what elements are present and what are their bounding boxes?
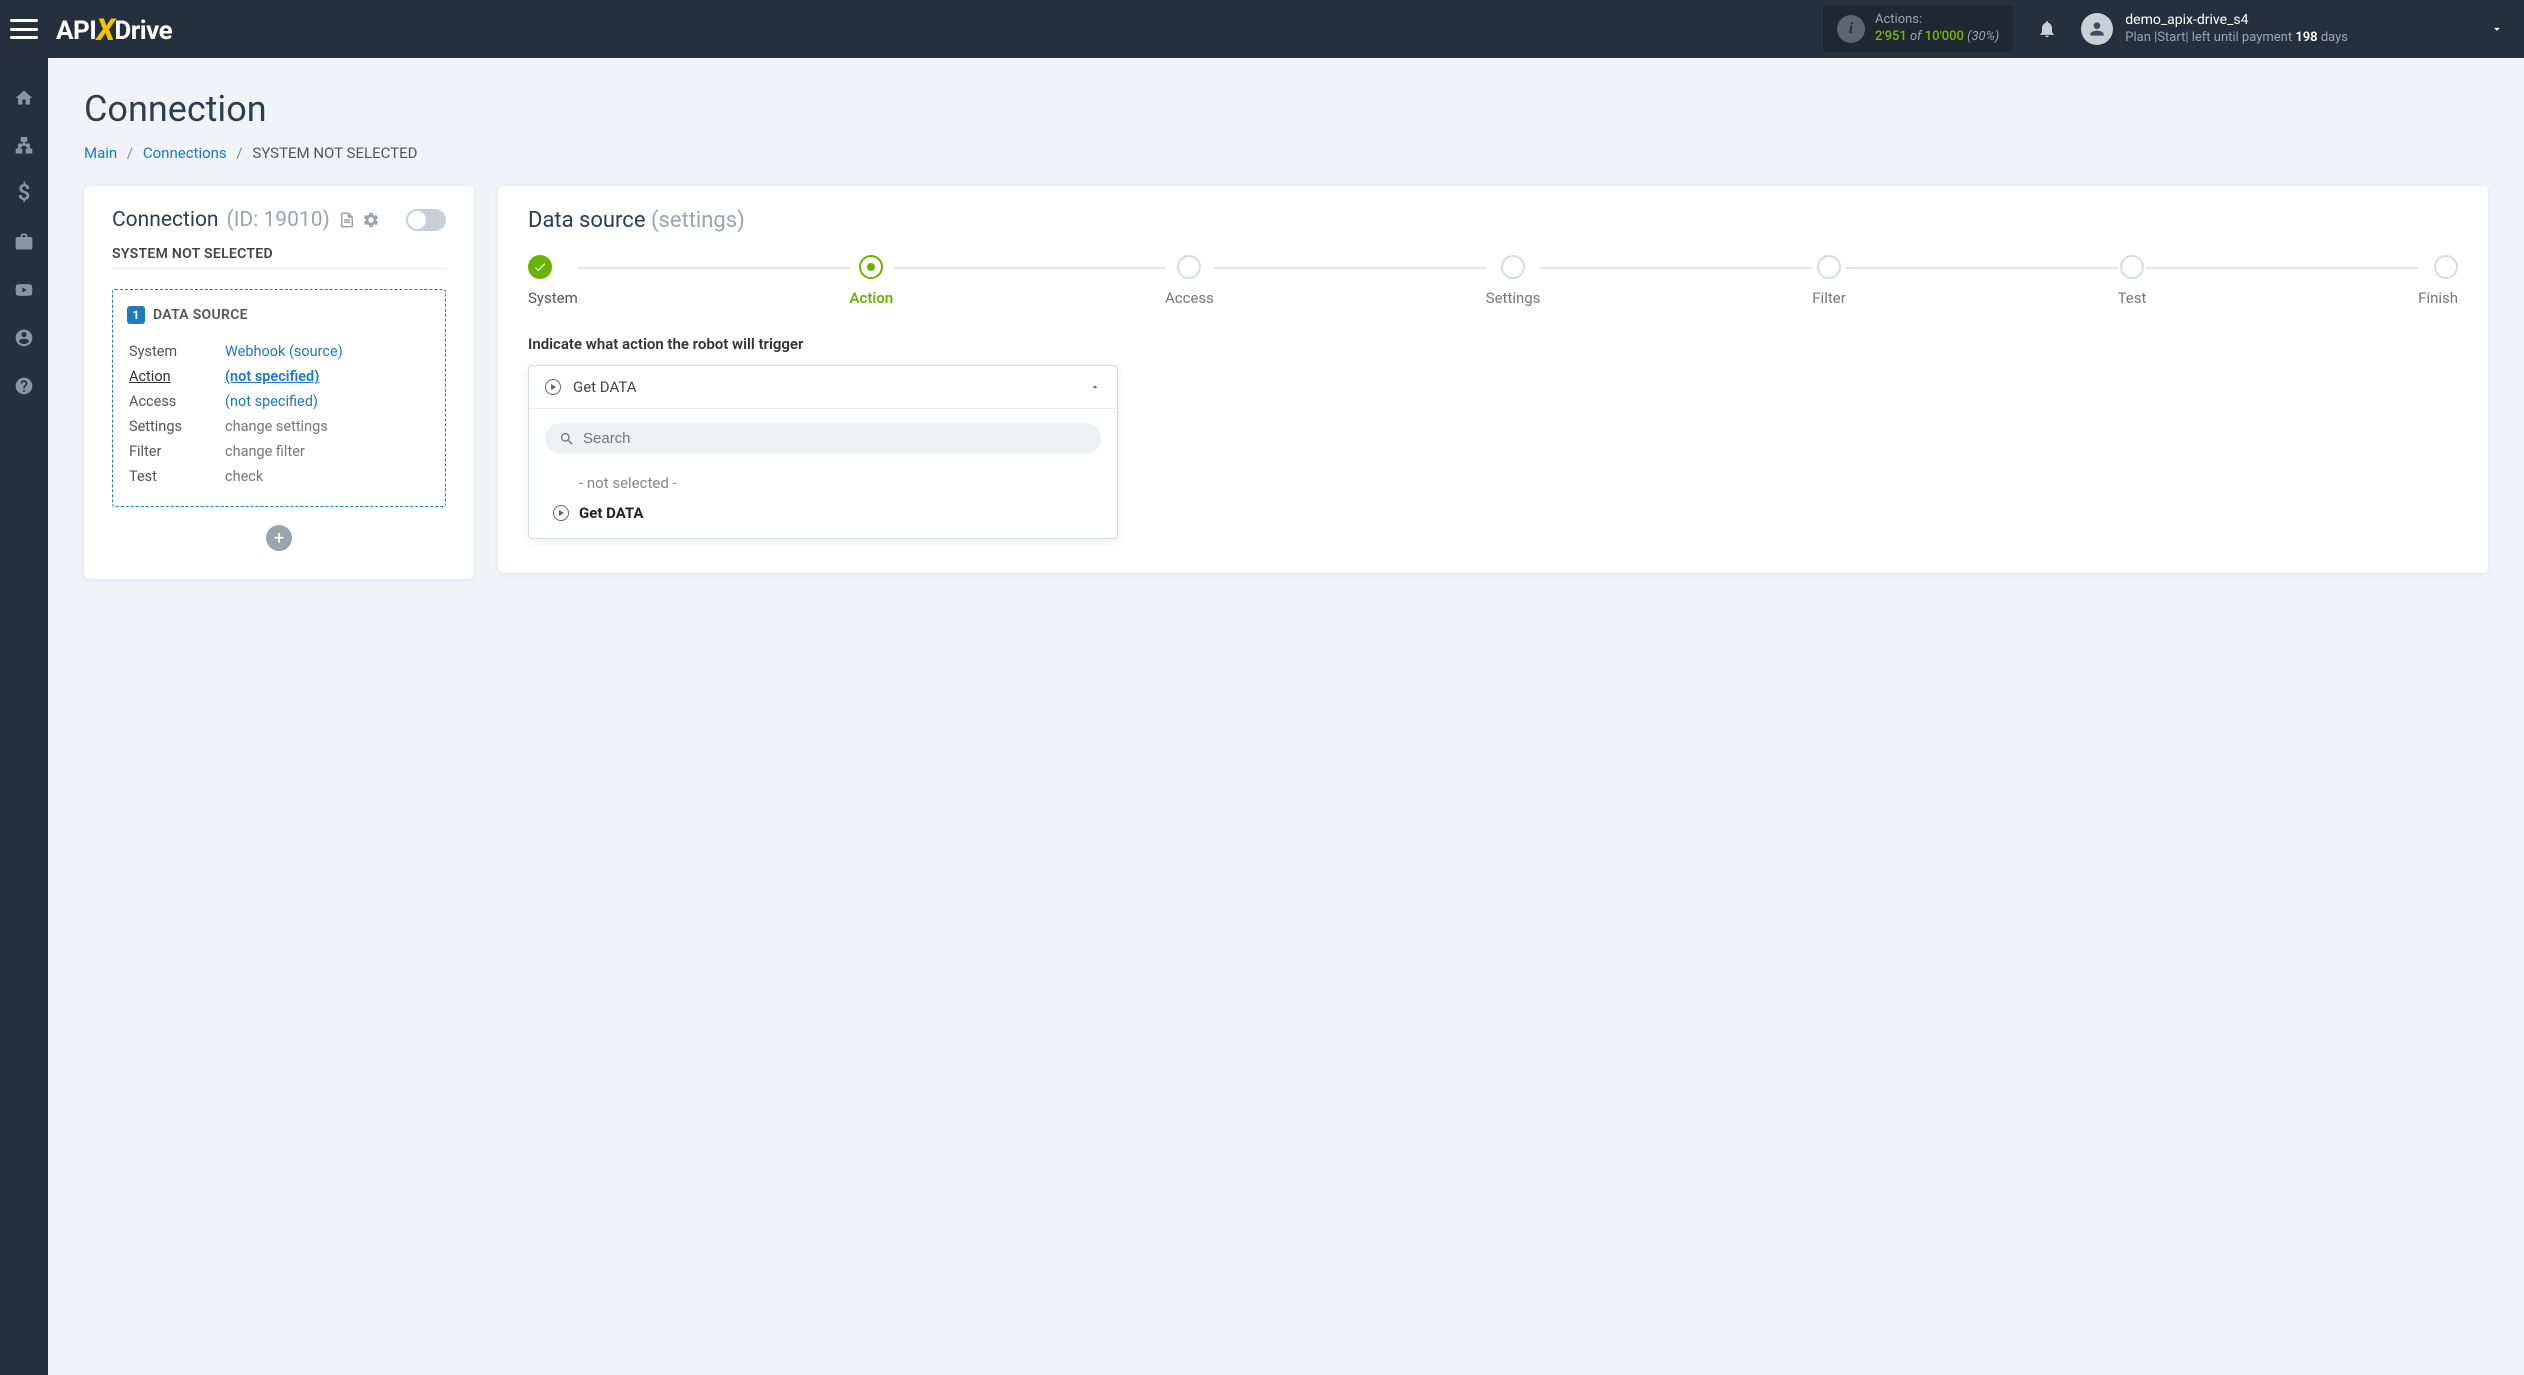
document-icon[interactable]: [338, 211, 356, 229]
info-icon: i: [1837, 15, 1865, 43]
briefcase-icon[interactable]: [14, 232, 34, 252]
step-settings[interactable]: Settings: [1486, 255, 1541, 307]
gear-icon[interactable]: [362, 211, 380, 229]
connection-title: Connection: [112, 208, 219, 232]
plan-info: Plan |Start| left until payment 198 days: [2125, 30, 2348, 47]
row-access-key: Access: [129, 390, 223, 413]
logo[interactable]: APIXDrive: [56, 12, 172, 47]
data-source-label: DATA SOURCE: [153, 307, 248, 323]
row-filter-value[interactable]: change filter: [225, 443, 305, 460]
row-system-value[interactable]: Webhook (source): [225, 343, 343, 360]
bell-icon[interactable]: [2037, 19, 2057, 39]
connection-id: (ID: 19010): [227, 208, 330, 232]
breadcrumb-connections[interactable]: Connections: [143, 144, 227, 162]
row-test-value[interactable]: check: [225, 468, 263, 485]
actions-label: Actions:: [1875, 12, 1999, 29]
dollar-icon[interactable]: $: [14, 184, 34, 204]
chevron-down-icon: [2490, 22, 2504, 36]
step-test[interactable]: Test: [2118, 255, 2147, 307]
option-get-data[interactable]: Get DATA: [545, 498, 1101, 528]
actions-used: 2'951: [1875, 29, 1907, 44]
actions-of: of: [1910, 29, 1922, 44]
topbar: APIXDrive i Actions: 2'951 of 10'000 (30…: [0, 0, 2524, 58]
breadcrumb-current: SYSTEM NOT SELECTED: [252, 144, 417, 162]
row-settings-value[interactable]: change settings: [225, 418, 328, 435]
row-system-key: System: [129, 340, 223, 363]
row-action-value[interactable]: (not specified): [225, 368, 319, 385]
step-finish[interactable]: Finish: [2418, 255, 2458, 307]
step-action[interactable]: Action: [850, 255, 894, 307]
sidebar: $: [0, 58, 48, 1375]
step-system[interactable]: System: [528, 255, 578, 307]
chevron-up-icon: [1089, 381, 1101, 393]
add-destination-button[interactable]: +: [266, 525, 292, 551]
breadcrumb: Main / Connections / SYSTEM NOT SELECTED: [84, 144, 2488, 162]
user-icon[interactable]: [14, 328, 34, 348]
dropdown-value: Get DATA: [573, 378, 1077, 396]
actions-total: 10'000: [1925, 29, 1964, 44]
actions-counter[interactable]: i Actions: 2'951 of 10'000 (30%): [1823, 6, 2013, 52]
action-dropdown: Get DATA - not selected - Get DATA: [528, 365, 1118, 539]
breadcrumb-main[interactable]: Main: [84, 144, 117, 162]
row-action-key: Action: [129, 365, 223, 388]
dropdown-search: [545, 423, 1101, 454]
user-name: demo_apix-drive_s4: [2125, 11, 2348, 29]
hamburger-menu[interactable]: [10, 19, 38, 39]
row-test-key: Test: [129, 465, 223, 488]
data-source-box: 1 DATA SOURCE SystemWebhook (source) Act…: [112, 289, 446, 507]
action-section-label: Indicate what action the robot will trig…: [528, 335, 2458, 353]
play-icon: [553, 505, 569, 521]
user-menu[interactable]: demo_apix-drive_s4 Plan |Start| left unt…: [2081, 11, 2504, 46]
main-content: Connection Main / Connections / SYSTEM N…: [48, 58, 2524, 1375]
step-number-badge: 1: [127, 306, 145, 324]
help-icon[interactable]: [14, 376, 34, 396]
row-settings-key: Settings: [129, 415, 223, 438]
connection-subtitle: SYSTEM NOT SELECTED: [112, 246, 446, 269]
data-source-heading: Data source (settings): [528, 208, 2458, 233]
data-source-settings-card: Data source (settings) System Action Acc…: [498, 186, 2488, 573]
search-input[interactable]: [583, 430, 1087, 447]
home-icon[interactable]: [14, 88, 34, 108]
stepper: System Action Access Settings Filter Tes…: [528, 255, 2458, 307]
youtube-icon[interactable]: [14, 280, 34, 300]
page-title: Connection: [84, 88, 2488, 130]
sitemap-icon[interactable]: [14, 136, 34, 156]
row-access-value[interactable]: (not specified): [225, 393, 318, 410]
search-icon: [559, 431, 575, 447]
step-access[interactable]: Access: [1165, 255, 1214, 307]
option-not-selected[interactable]: - not selected -: [545, 468, 1101, 498]
avatar-icon: [2081, 13, 2113, 45]
connection-toggle[interactable]: [406, 209, 446, 231]
dropdown-toggle[interactable]: Get DATA: [529, 366, 1117, 409]
step-filter[interactable]: Filter: [1812, 255, 1846, 307]
connection-card: Connection (ID: 19010) SYSTEM NOT SELECT…: [84, 186, 474, 579]
row-filter-key: Filter: [129, 440, 223, 463]
actions-pct: (30%): [1967, 29, 1999, 44]
play-icon: [545, 379, 561, 395]
